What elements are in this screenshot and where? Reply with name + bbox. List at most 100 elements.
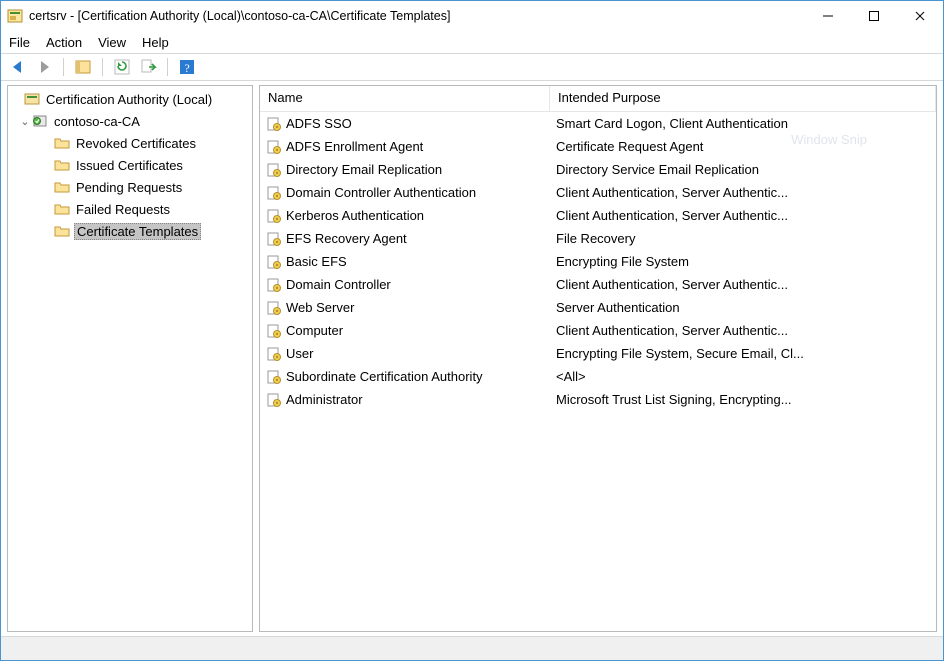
list-pane: Name Intended Purpose ADFS SSOSmart Card… [259, 85, 937, 632]
cell-intended-purpose: Directory Service Email Replication [550, 162, 936, 177]
minimize-button[interactable] [805, 1, 851, 31]
tree-pane[interactable]: Certification Authority (Local) ⌄ contos… [7, 85, 253, 632]
column-header-intended-purpose[interactable]: Intended Purpose [550, 86, 936, 111]
tree-label: Failed Requests [74, 202, 172, 217]
certificate-template-icon [266, 392, 282, 408]
template-name: Administrator [286, 392, 363, 407]
list-row[interactable]: UserEncrypting File System, Secure Email… [260, 342, 936, 365]
tree-node-issued-certificates[interactable]: Issued Certificates [8, 154, 252, 176]
cell-intended-purpose: Client Authentication, Server Authentic.… [550, 323, 936, 338]
folder-icon [54, 157, 70, 173]
menu-action[interactable]: Action [46, 35, 82, 50]
folder-icon [54, 179, 70, 195]
tree-toggle-icon[interactable]: ⌄ [18, 115, 32, 128]
list-row[interactable]: ADFS SSOSmart Card Logon, Client Authent… [260, 112, 936, 135]
tree-label: Revoked Certificates [74, 136, 198, 151]
toolbar-separator [102, 58, 103, 76]
tree-node-failed-requests[interactable]: Failed Requests [8, 198, 252, 220]
list-row[interactable]: Domain Controller Authentication Client A… [260, 181, 936, 204]
list-body[interactable]: ADFS SSOSmart Card Logon, Client Authent… [260, 112, 936, 631]
certificate-template-icon [266, 116, 282, 132]
toolbar-separator [63, 58, 64, 76]
list-row[interactable]: Basic EFS Encrypting File System [260, 250, 936, 273]
cell-name: Directory Email Replication [260, 162, 550, 178]
help-button[interactable]: ? [176, 56, 198, 78]
list-row[interactable]: EFS Recovery Agent File Recovery [260, 227, 936, 250]
menu-view[interactable]: View [98, 35, 126, 50]
maximize-button[interactable] [851, 1, 897, 31]
window-buttons [805, 1, 943, 31]
cell-intended-purpose: Client Authentication, Server Authentic.… [550, 277, 936, 292]
tree-node-pending-requests[interactable]: Pending Requests [8, 176, 252, 198]
export-list-button[interactable] [137, 56, 159, 78]
template-name: Domain Controller Authentication [286, 185, 476, 200]
template-name: EFS Recovery Agent [286, 231, 407, 246]
cell-name: EFS Recovery Agent [260, 231, 550, 247]
cell-name: Web Server [260, 300, 550, 316]
template-name: Subordinate Certification Authority [286, 369, 483, 384]
template-name: ADFS Enrollment Agent [286, 139, 423, 154]
cell-name: Basic EFS [260, 254, 550, 270]
list-row[interactable]: Kerberos AuthenticationClient Authentica… [260, 204, 936, 227]
cell-name: User [260, 346, 550, 362]
tree-label: Certificate Templates [74, 223, 201, 240]
list-row[interactable]: Web ServerServer Authentication [260, 296, 936, 319]
list-row[interactable]: Domain ControllerClient Authentication, … [260, 273, 936, 296]
show-hide-tree-button[interactable] [72, 56, 94, 78]
template-name: Computer [286, 323, 343, 338]
template-name: User [286, 346, 313, 361]
list-row[interactable]: Subordinate Certification Authority <All> [260, 365, 936, 388]
ca-root-icon [24, 91, 40, 107]
list-row[interactable]: Administrator Microsoft Trust List Signin… [260, 388, 936, 411]
cell-intended-purpose: Certificate Request Agent [550, 139, 936, 154]
tree-node-revoked-certificates[interactable]: Revoked Certificates [8, 132, 252, 154]
ca-server-icon [32, 113, 48, 129]
folder-icon [54, 223, 70, 239]
cell-intended-purpose: Client Authentication, Server Authentic.… [550, 185, 936, 200]
tree-label: Certification Authority (Local) [44, 92, 214, 107]
certificate-template-icon [266, 277, 282, 293]
tree-node-contoso-ca[interactable]: ⌄ contoso-ca-CA [8, 110, 252, 132]
refresh-button[interactable] [111, 56, 133, 78]
certificate-template-icon [266, 139, 282, 155]
list-row[interactable]: Directory Email Replication Directory Ser… [260, 158, 936, 181]
certificate-template-icon [266, 369, 282, 385]
close-button[interactable] [897, 1, 943, 31]
certificate-template-icon [266, 162, 282, 178]
template-name: Directory Email Replication [286, 162, 442, 177]
list-row[interactable]: Computer Client Authentication, Server Au… [260, 319, 936, 342]
toolbar: ? [1, 53, 943, 81]
column-header-name[interactable]: Name [260, 86, 550, 111]
certificate-template-icon [266, 300, 282, 316]
list-row[interactable]: ADFS Enrollment Agent Certificate Request… [260, 135, 936, 158]
folder-icon [54, 201, 70, 217]
cell-name: Subordinate Certification Authority [260, 369, 550, 385]
body: Certification Authority (Local) ⌄ contos… [1, 81, 943, 636]
cell-name: Computer [260, 323, 550, 339]
certificate-template-icon [266, 254, 282, 270]
cell-intended-purpose: <All> [550, 369, 936, 384]
template-name: Web Server [286, 300, 354, 315]
cell-name: Domain Controller Authentication [260, 185, 550, 201]
forward-button[interactable] [33, 56, 55, 78]
tree-label: Pending Requests [74, 180, 184, 195]
cell-intended-purpose: File Recovery [550, 231, 936, 246]
cell-intended-purpose: Microsoft Trust List Signing, Encrypting… [550, 392, 936, 407]
cell-intended-purpose: Encrypting File System [550, 254, 936, 269]
back-button[interactable] [7, 56, 29, 78]
cell-name: ADFS SSO [260, 116, 550, 132]
window: certsrv - [Certification Authority (Loca… [0, 0, 944, 661]
window-title: certsrv - [Certification Authority (Loca… [29, 9, 805, 23]
app-icon [7, 8, 23, 24]
tree-root-certification-authority[interactable]: Certification Authority (Local) [8, 88, 252, 110]
tree-node-certificate-templates[interactable]: Certificate Templates [8, 220, 252, 242]
menu-help[interactable]: Help [142, 35, 169, 50]
cell-name: ADFS Enrollment Agent [260, 139, 550, 155]
certificate-template-icon [266, 185, 282, 201]
menubar: File Action View Help [1, 31, 943, 53]
titlebar: certsrv - [Certification Authority (Loca… [1, 1, 943, 31]
statusbar [1, 636, 943, 660]
certificate-template-icon [266, 346, 282, 362]
template-name: Basic EFS [286, 254, 347, 269]
menu-file[interactable]: File [9, 35, 30, 50]
